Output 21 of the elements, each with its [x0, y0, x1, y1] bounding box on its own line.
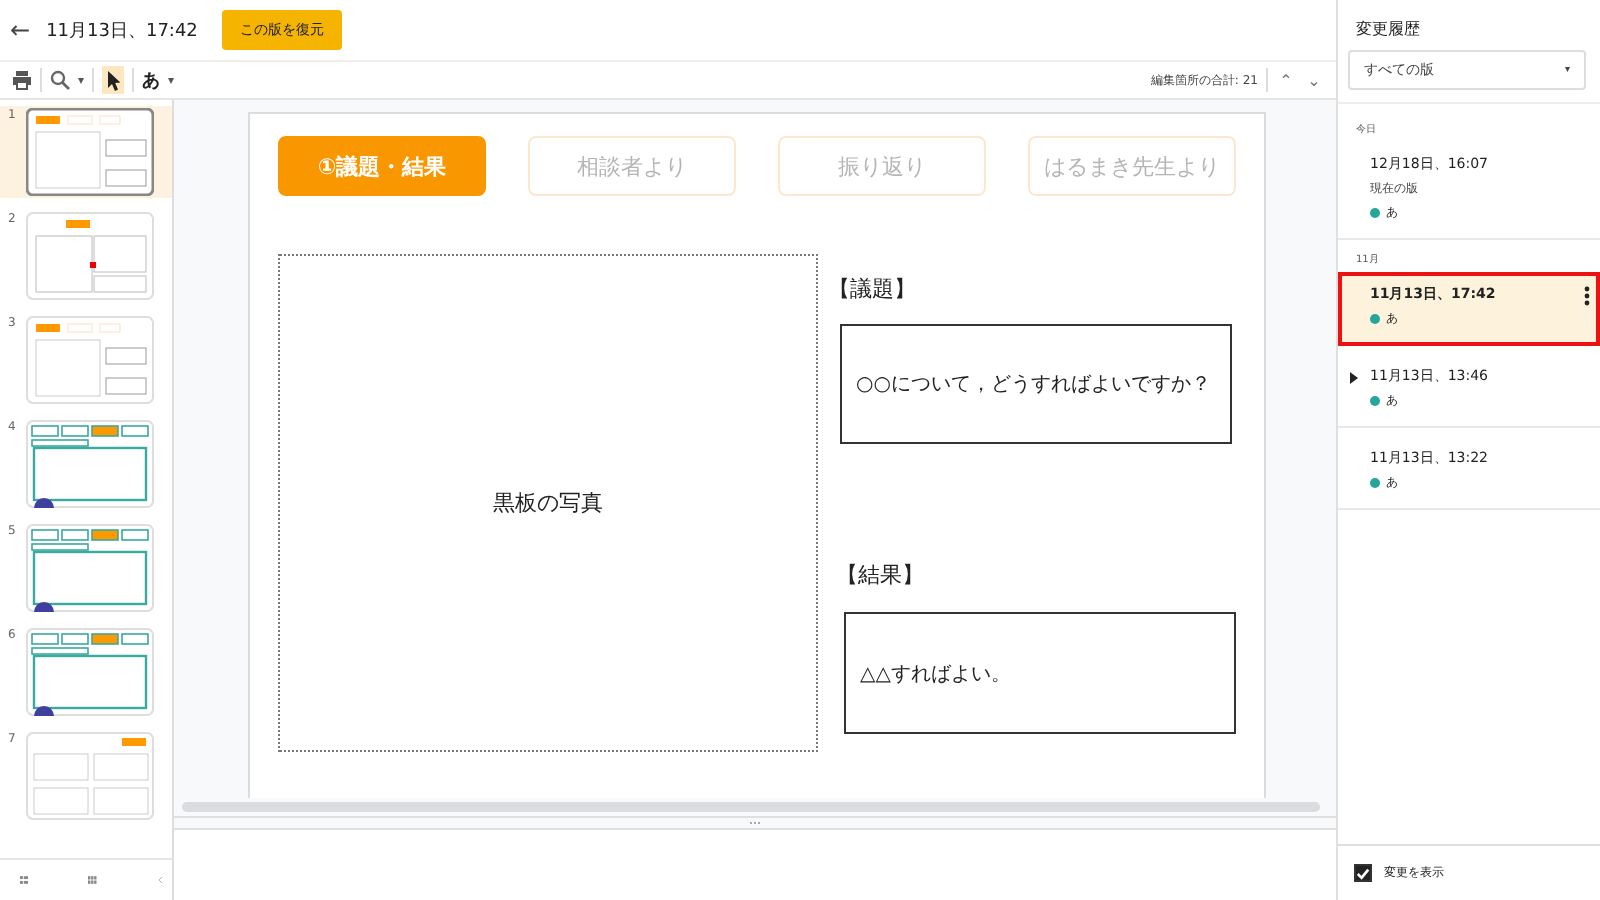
zoom-icon[interactable] [50, 70, 70, 90]
more-icon[interactable] [1584, 286, 1590, 306]
topic-heading: 【議題】 [828, 274, 916, 304]
result-text: △△すればよい。 [860, 661, 1011, 687]
panel-title: 変更履歴 [1356, 18, 1422, 40]
expand-icon[interactable] [1350, 372, 1358, 384]
version-title: 11月13日、17:42 [46, 19, 198, 43]
result-heading: 【結果】 [836, 560, 924, 590]
back-arrow[interactable]: ← [10, 16, 31, 44]
checkbox[interactable] [1354, 864, 1372, 882]
scrollbar[interactable] [182, 802, 1320, 812]
pointer-button[interactable] [102, 66, 125, 94]
previous-edit-button[interactable]: ⌃ [1276, 71, 1296, 89]
slide-thumbnail[interactable] [26, 108, 154, 196]
next-edit-button[interactable]: ⌄ [1304, 71, 1324, 89]
print-icon[interactable] [12, 70, 32, 90]
input-tools-button[interactable]: あ [142, 67, 161, 93]
list-view-icon[interactable] [20, 872, 29, 888]
grid-view-icon[interactable] [88, 872, 98, 888]
topic-text: ○○について，どうすればよいですか？ [856, 372, 1211, 398]
photo-label: 黒板の写真 [493, 488, 603, 518]
